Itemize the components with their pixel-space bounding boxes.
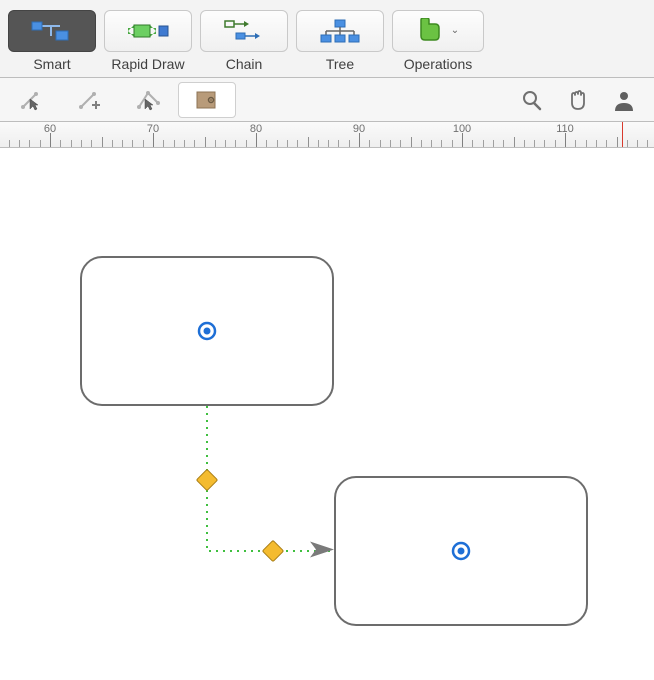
- tool-operations-group: ⌄ Operations: [392, 10, 484, 72]
- tool-operations-button[interactable]: ⌄: [392, 10, 484, 52]
- add-point-icon: [78, 89, 104, 111]
- chevron-down-icon: ⌄: [451, 25, 459, 36]
- user-button[interactable]: [602, 82, 646, 118]
- tool-smart-label: Smart: [33, 56, 70, 72]
- sub-toolbar-right: [510, 82, 646, 118]
- tool-rapiddraw-label: Rapid Draw: [111, 56, 184, 72]
- tool-chain-label: Chain: [226, 56, 263, 72]
- tool-chain-button[interactable]: [200, 10, 288, 52]
- chain-icon: [222, 17, 266, 45]
- pointer-tool-button[interactable]: [4, 82, 62, 118]
- shape-rounded-rect-2[interactable]: [334, 476, 588, 626]
- edit-points-icon: [136, 89, 162, 111]
- connector-handle[interactable]: [196, 469, 219, 492]
- shape-rounded-rect-1[interactable]: [80, 256, 334, 406]
- tool-tree-label: Tree: [326, 56, 354, 72]
- rapid-draw-icon: [126, 17, 170, 45]
- tool-rapiddraw-group: Rapid Draw: [104, 10, 192, 72]
- canvas-tool-button[interactable]: [178, 82, 236, 118]
- main-toolbar: Smart Rapid Draw Chain: [0, 0, 654, 78]
- hand-icon: [566, 89, 590, 111]
- canvas-tool-icon: [194, 89, 220, 111]
- tool-rapiddraw-button[interactable]: [104, 10, 192, 52]
- tool-tree-button[interactable]: [296, 10, 384, 52]
- person-icon: [612, 89, 636, 111]
- tool-smart-button[interactable]: [8, 10, 96, 52]
- drawing-canvas[interactable]: [0, 148, 654, 680]
- tool-smart-group: Smart: [8, 10, 96, 72]
- smart-mode-icon: [30, 17, 74, 45]
- tree-icon: [318, 17, 362, 45]
- connector-arrowhead: [308, 540, 336, 563]
- pan-button[interactable]: [556, 82, 600, 118]
- connector-handle[interactable]: [262, 540, 285, 563]
- tool-operations-label: Operations: [404, 56, 472, 72]
- magnifier-icon: [520, 89, 544, 111]
- add-point-tool-button[interactable]: [62, 82, 120, 118]
- tool-tree-group: Tree: [296, 10, 384, 72]
- sub-toolbar-left: [4, 82, 236, 118]
- tool-chain-group: Chain: [200, 10, 288, 72]
- ruler-position-marker: [622, 122, 623, 147]
- pointer-tool-icon: [20, 89, 46, 111]
- horizontal-ruler: 60 70 80 90 100 110: [0, 122, 654, 148]
- zoom-button[interactable]: [510, 82, 554, 118]
- sub-toolbar: [0, 78, 654, 122]
- center-target-icon: [450, 540, 472, 562]
- center-target-icon: [196, 320, 218, 342]
- operations-icon: [417, 18, 445, 44]
- edit-points-tool-button[interactable]: [120, 82, 178, 118]
